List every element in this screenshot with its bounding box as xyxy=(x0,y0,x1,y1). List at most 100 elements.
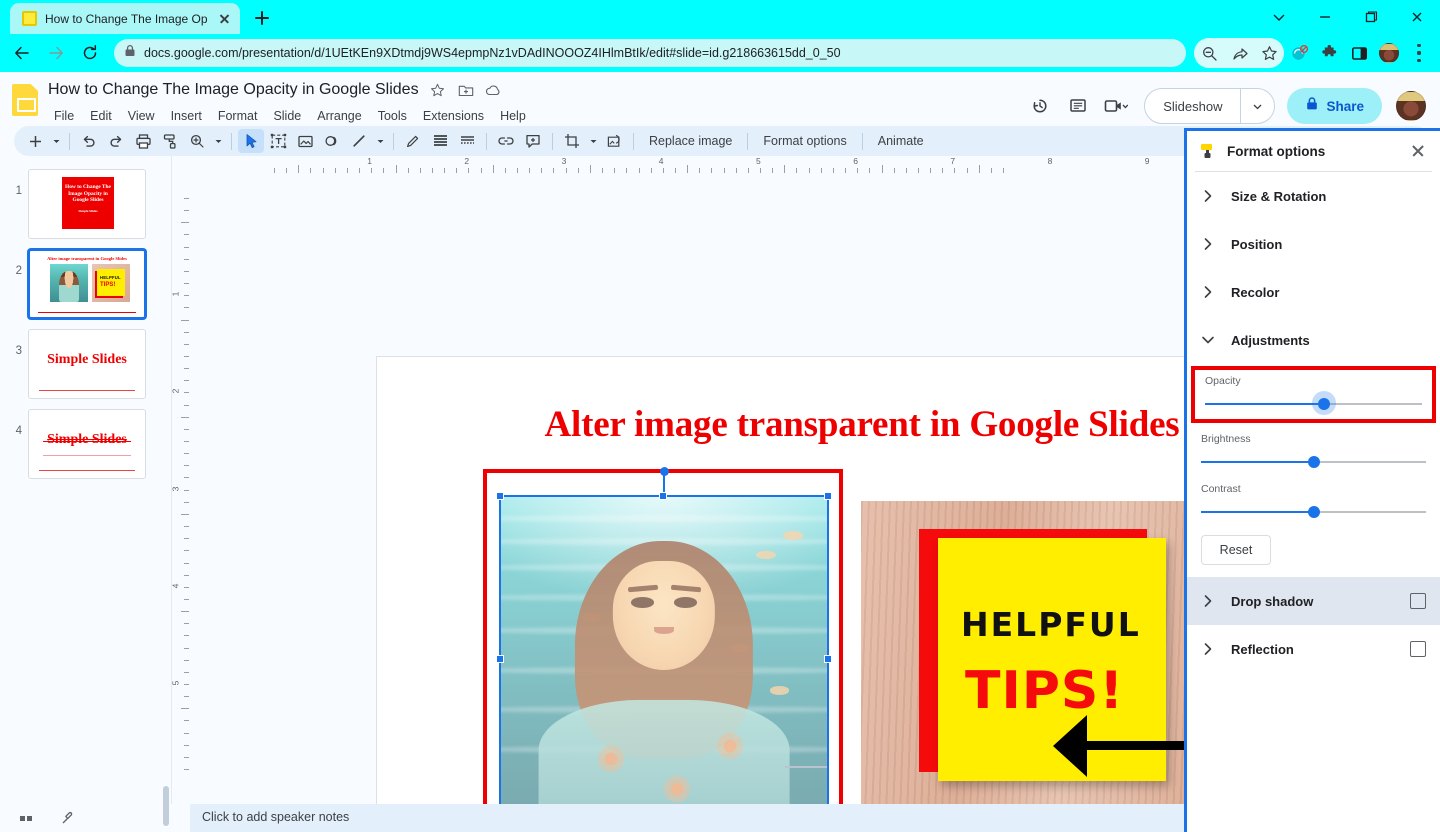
close-icon[interactable] xyxy=(1394,0,1440,34)
new-slide-button[interactable] xyxy=(22,129,48,153)
menu-view[interactable]: View xyxy=(120,106,163,126)
resize-handle-ne[interactable] xyxy=(824,492,832,500)
paint-format-button[interactable] xyxy=(157,129,183,153)
drop-shadow-checkbox[interactable] xyxy=(1410,593,1426,609)
background-button[interactable] xyxy=(427,129,453,153)
format-options-button[interactable]: Format options xyxy=(754,131,855,151)
menu-insert[interactable]: Insert xyxy=(163,106,210,126)
helpful-tips-sticky-note-image[interactable]: HELPFUL TIPS! xyxy=(861,501,1223,804)
kebab-menu-icon[interactable] xyxy=(1404,38,1434,68)
browser-tab[interactable]: How to Change The Image Opac xyxy=(10,3,240,34)
slide-thumbnail[interactable]: How to Change The Image Opacity in Googl… xyxy=(28,169,146,239)
menu-format[interactable]: Format xyxy=(210,106,266,126)
maximize-icon[interactable] xyxy=(1348,0,1394,34)
section-adjustments[interactable]: Adjustments xyxy=(1187,316,1440,364)
insert-image-button[interactable] xyxy=(292,129,318,153)
comment-icon[interactable] xyxy=(1060,88,1096,124)
menu-edit[interactable]: Edit xyxy=(82,106,120,126)
reload-icon[interactable] xyxy=(74,37,106,69)
close-icon[interactable] xyxy=(216,11,232,27)
zoom-button[interactable] xyxy=(184,129,210,153)
explore-icon[interactable] xyxy=(60,810,76,826)
pen-button[interactable] xyxy=(400,129,426,153)
slideshow-button[interactable]: Slideshow xyxy=(1144,88,1276,124)
grid-view-icon[interactable] xyxy=(18,810,34,826)
move-to-folder-icon[interactable] xyxy=(457,81,475,99)
tracking-protection-icon[interactable] xyxy=(1284,38,1314,68)
line-button[interactable] xyxy=(346,129,372,153)
filmstrip-item-1[interactable]: 1 How to Change The Image Opacity in Goo… xyxy=(0,164,171,244)
notes-resize-handle[interactable] xyxy=(785,766,827,768)
resize-handle-e[interactable] xyxy=(824,655,832,663)
crop-dropdown[interactable] xyxy=(586,129,600,153)
insert-comment-button[interactable] xyxy=(520,129,546,153)
menu-file[interactable]: File xyxy=(46,106,82,126)
version-history-icon[interactable] xyxy=(1022,88,1058,124)
zoom-out-icon[interactable] xyxy=(1194,38,1224,68)
slide-thumbnail[interactable]: Simple Slides xyxy=(28,329,146,399)
menu-arrange[interactable]: Arrange xyxy=(309,106,369,126)
undo-button[interactable] xyxy=(76,129,102,153)
account-avatar[interactable] xyxy=(1396,91,1426,121)
cloud-saved-icon[interactable] xyxy=(485,81,503,99)
doc-title[interactable]: How to Change The Image Opacity in Googl… xyxy=(48,81,419,99)
share-button[interactable]: Share xyxy=(1287,88,1382,124)
menu-help[interactable]: Help xyxy=(492,106,534,126)
mask-image-button[interactable] xyxy=(601,129,627,153)
ruler-tick xyxy=(869,168,871,173)
crop-button[interactable] xyxy=(559,129,585,153)
select-tool-button[interactable] xyxy=(238,129,264,153)
extensions-puzzle-icon[interactable] xyxy=(1314,38,1344,68)
brightness-slider[interactable] xyxy=(1201,455,1426,469)
new-slide-dropdown[interactable] xyxy=(49,129,63,153)
minimize-icon[interactable] xyxy=(1302,0,1348,34)
section-drop-shadow[interactable]: Drop shadow xyxy=(1187,577,1440,625)
layout-button[interactable] xyxy=(454,129,480,153)
opacity-slider[interactable] xyxy=(1205,391,1422,415)
profile-avatar-icon[interactable] xyxy=(1374,38,1404,68)
filmstrip-item-4[interactable]: 4 Simple Slides xyxy=(0,404,171,484)
section-size-rotation[interactable]: Size & Rotation xyxy=(1187,172,1440,220)
close-icon[interactable] xyxy=(1408,141,1428,161)
menu-slide[interactable]: Slide xyxy=(265,106,309,126)
slides-favicon xyxy=(22,11,37,26)
forward-arrow-icon[interactable] xyxy=(40,37,72,69)
slide-filmstrip[interactable]: 1 How to Change The Image Opacity in Goo… xyxy=(0,156,172,826)
slide-thumbnail[interactable]: Simple Slides xyxy=(28,409,146,479)
bookmark-star-icon[interactable] xyxy=(1254,38,1284,68)
shape-button[interactable] xyxy=(319,129,345,153)
filmstrip-item-2[interactable]: 2 Alter image transparent in Google Slid… xyxy=(0,244,171,324)
replace-image-button[interactable]: Replace image xyxy=(640,131,741,151)
resize-handle-nw[interactable] xyxy=(496,492,504,500)
section-recolor[interactable]: Recolor xyxy=(1187,268,1440,316)
present-video-icon[interactable] xyxy=(1098,88,1134,124)
chevron-down-icon[interactable] xyxy=(1240,89,1274,123)
reset-button[interactable]: Reset xyxy=(1201,535,1271,565)
new-tab-button[interactable] xyxy=(248,4,276,32)
chevron-down-icon[interactable] xyxy=(1256,0,1302,34)
zoom-dropdown[interactable] xyxy=(211,129,225,153)
side-panel-icon[interactable] xyxy=(1344,38,1374,68)
text-box-button[interactable] xyxy=(265,129,291,153)
share-icon[interactable] xyxy=(1224,38,1254,68)
slide-thumbnail-selected[interactable]: Alter image transparent in Google Slides… xyxy=(28,249,146,319)
reflection-checkbox[interactable] xyxy=(1410,641,1426,657)
animate-button[interactable]: Animate xyxy=(869,131,933,151)
star-icon[interactable] xyxy=(429,81,447,99)
rotate-handle[interactable] xyxy=(659,467,669,476)
slide-title[interactable]: Alter image transparent in Google Slides xyxy=(417,403,1307,446)
filmstrip-item-3[interactable]: 3 Simple Slides xyxy=(0,324,171,404)
address-bar[interactable]: docs.google.com/presentation/d/1UEtKEn9X… xyxy=(114,39,1186,67)
resize-handle-w[interactable] xyxy=(496,655,504,663)
contrast-slider[interactable] xyxy=(1201,505,1426,519)
back-arrow-icon[interactable] xyxy=(6,37,38,69)
menu-extensions[interactable]: Extensions xyxy=(415,106,492,126)
redo-button[interactable] xyxy=(103,129,129,153)
section-reflection[interactable]: Reflection xyxy=(1187,625,1440,673)
insert-link-button[interactable] xyxy=(493,129,519,153)
resize-handle-n[interactable] xyxy=(659,492,667,500)
print-button[interactable] xyxy=(130,129,156,153)
section-position[interactable]: Position xyxy=(1187,220,1440,268)
menu-tools[interactable]: Tools xyxy=(370,106,415,126)
line-dropdown[interactable] xyxy=(373,129,387,153)
